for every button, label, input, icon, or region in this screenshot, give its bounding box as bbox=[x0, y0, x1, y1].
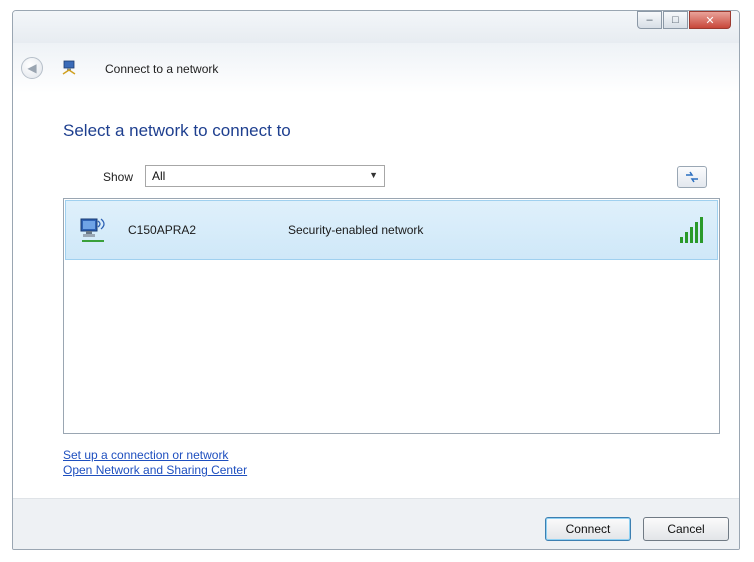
connect-button[interactable]: Connect bbox=[545, 517, 631, 541]
navigation-bar: ◀ Connect to a network bbox=[13, 43, 739, 93]
wireless-network-icon bbox=[80, 218, 105, 242]
page-heading: Select a network to connect to bbox=[63, 121, 291, 140]
cancel-button[interactable]: Cancel bbox=[643, 517, 729, 541]
network-list: C150APRA2 Security-enabled network bbox=[63, 198, 720, 434]
refresh-icon bbox=[686, 171, 698, 183]
network-name: C150APRA2 bbox=[128, 223, 197, 237]
setup-connection-link[interactable]: Set up a connection or network bbox=[63, 448, 228, 462]
minimize-button[interactable]: – bbox=[637, 11, 662, 29]
network-list-item[interactable]: C150APRA2 Security-enabled network bbox=[65, 200, 718, 260]
title-bar: – □ ✕ bbox=[13, 11, 739, 43]
show-label: Show bbox=[103, 170, 134, 184]
window-title: Connect to a network bbox=[105, 62, 219, 76]
chevron-down-icon: ▼ bbox=[369, 170, 378, 180]
back-arrow-icon: ◀ bbox=[27, 61, 37, 75]
network-security-status: Security-enabled network bbox=[288, 223, 424, 237]
show-filter-value: All bbox=[152, 169, 166, 183]
connect-network-window: – □ ✕ ◀ Connect to a network Select a ne… bbox=[12, 10, 740, 550]
close-button[interactable]: ✕ bbox=[689, 11, 731, 29]
back-button[interactable]: ◀ bbox=[21, 57, 43, 79]
refresh-button[interactable] bbox=[677, 166, 707, 188]
maximize-button[interactable]: □ bbox=[663, 11, 688, 29]
show-filter-select[interactable]: All ▼ bbox=[145, 165, 385, 187]
dialog-footer: Connect Cancel bbox=[13, 498, 739, 549]
signal-strength-icon bbox=[680, 217, 703, 243]
network-sharing-center-link[interactable]: Open Network and Sharing Center bbox=[63, 463, 247, 477]
network-wizard-icon bbox=[62, 60, 76, 75]
window-controls: – □ ✕ bbox=[637, 11, 731, 29]
